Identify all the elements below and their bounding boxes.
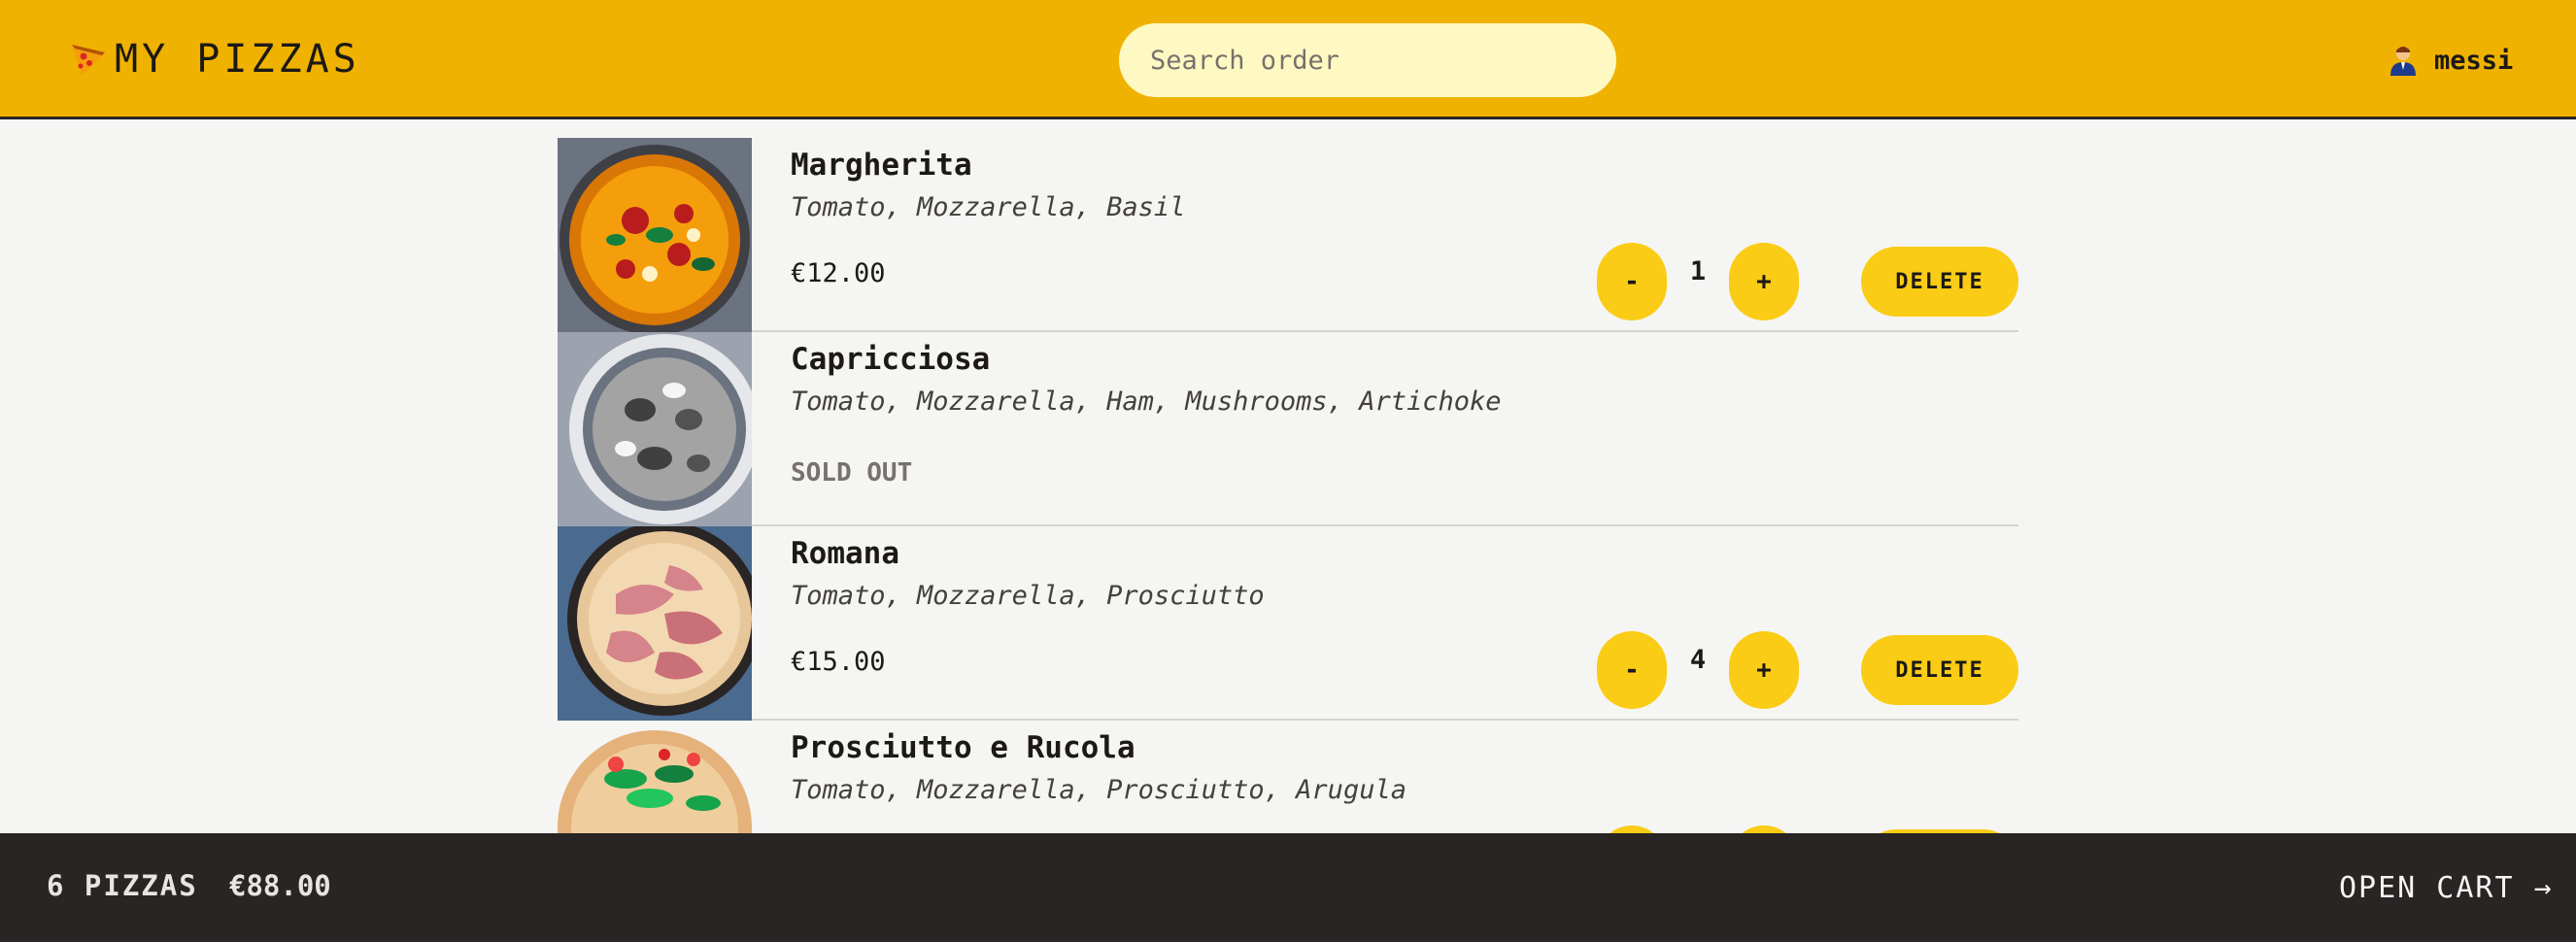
- pizza-slice-icon: [72, 45, 105, 76]
- pizza-price: €12.00: [791, 258, 886, 288]
- pizza-name: Capricciosa: [791, 342, 991, 377]
- cart-item: Capricciosa Tomato, Mozzarella, Ham, Mus…: [558, 332, 2018, 526]
- cart-items-list: Margherita Tomato, Mozzarella, Basil €12…: [558, 138, 2018, 915]
- username: messi: [2434, 45, 2514, 76]
- cart-overview-bar: 6 PIZZAS €88.00 OPEN CART →: [0, 833, 2576, 942]
- home-logo-link[interactable]: MY PIZZAS: [68, 33, 360, 85]
- user-avatar-icon: [2390, 47, 2416, 76]
- search-order-input[interactable]: [1119, 23, 1616, 97]
- pizza-capricciosa-image: [558, 332, 752, 526]
- quantity-value: 1: [1689, 256, 1707, 286]
- pizza-ingredients: Tomato, Mozzarella, Basil: [791, 192, 1186, 222]
- pizza-name: Romana: [791, 536, 899, 571]
- user-info: messi: [2390, 41, 2513, 80]
- decrease-quantity-button[interactable]: -: [1597, 243, 1667, 320]
- increase-quantity-button[interactable]: +: [1729, 631, 1799, 709]
- delete-item-button[interactable]: DELETE: [1861, 635, 2018, 705]
- pizza-name: Prosciutto e Rucola: [791, 730, 1135, 765]
- cart-pizza-count: 6 PIZZAS: [47, 869, 198, 902]
- top-header: MY PIZZAS messi: [0, 0, 2576, 119]
- open-cart-link[interactable]: OPEN CART →: [2339, 864, 2554, 911]
- pizza-romana-image: [558, 526, 752, 721]
- cart-item: Romana Tomato, Mozzarella, Prosciutto €1…: [558, 526, 2018, 721]
- quantity-value: 4: [1689, 645, 1707, 675]
- pizza-name: Margherita: [791, 148, 972, 183]
- pizza-ingredients: Tomato, Mozzarella, Ham, Mushrooms, Arti…: [791, 387, 1502, 417]
- pizza-margherita-image: [558, 138, 752, 332]
- pizza-price: €15.00: [791, 647, 886, 677]
- pizza-ingredients: Tomato, Mozzarella, Prosciutto: [791, 581, 1265, 611]
- sold-out-label: Sold out: [791, 458, 913, 488]
- cart-total-price: €88.00: [229, 869, 331, 902]
- increase-quantity-button[interactable]: +: [1729, 243, 1799, 320]
- pizza-ingredients: Tomato, Mozzarella, Prosciutto, Arugula: [791, 775, 1407, 805]
- logo-text: MY PIZZAS: [115, 37, 360, 82]
- decrease-quantity-button[interactable]: -: [1597, 631, 1667, 709]
- cart-item: Margherita Tomato, Mozzarella, Basil €12…: [558, 138, 2018, 332]
- delete-item-button[interactable]: DELETE: [1861, 247, 2018, 317]
